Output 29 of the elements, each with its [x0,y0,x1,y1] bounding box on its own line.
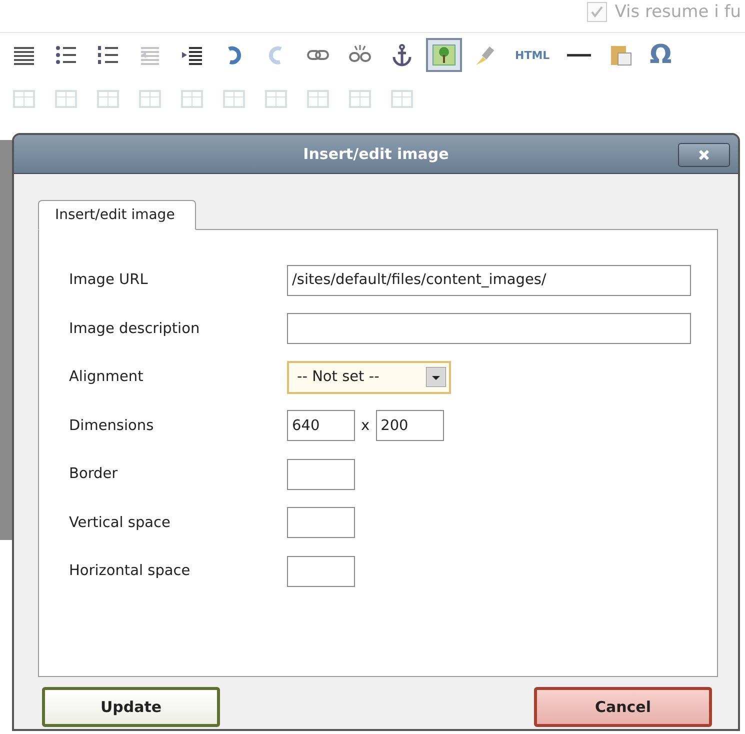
number-field[interactable] [287,458,355,490]
number-field[interactable] [287,556,355,587]
toolbar-button[interactable]: Ω [644,38,677,72]
field-label: Vertical space [69,514,172,531]
number-field[interactable] [287,507,355,538]
field-label: Image URL [69,272,149,288]
toolbar-button[interactable]: HTML [510,38,555,72]
field-label: Horizontal space [69,563,192,580]
field-label: Border [69,466,119,482]
width-field[interactable]: 640 [287,410,355,442]
window-title: Insert/edit image [303,145,449,163]
field-label: Alignment [69,369,144,386]
alignment-dropdown[interactable]: -- Not set -- [287,360,451,394]
check-icon [590,5,604,19]
close-button[interactable] [678,143,730,167]
option-label: Vis resume i fu [614,2,741,22]
checkbox[interactable] [586,2,607,22]
times-sign: x [361,418,370,434]
text-field[interactable] [287,313,691,344]
image-icon[interactable] [426,38,462,72]
text-field[interactable]: /sites/default/files/content_images/ [287,264,691,296]
height-field[interactable]: 200 [376,410,444,442]
update-button[interactable]: Update [42,687,220,727]
field-label: Image description [69,320,201,337]
cancel-button[interactable]: Cancel [534,687,712,727]
close-icon [698,149,710,161]
field-label: Dimensions [69,418,155,434]
dropdown-arrow-icon [426,367,446,388]
tab[interactable]: Insert/edit image [38,200,196,230]
